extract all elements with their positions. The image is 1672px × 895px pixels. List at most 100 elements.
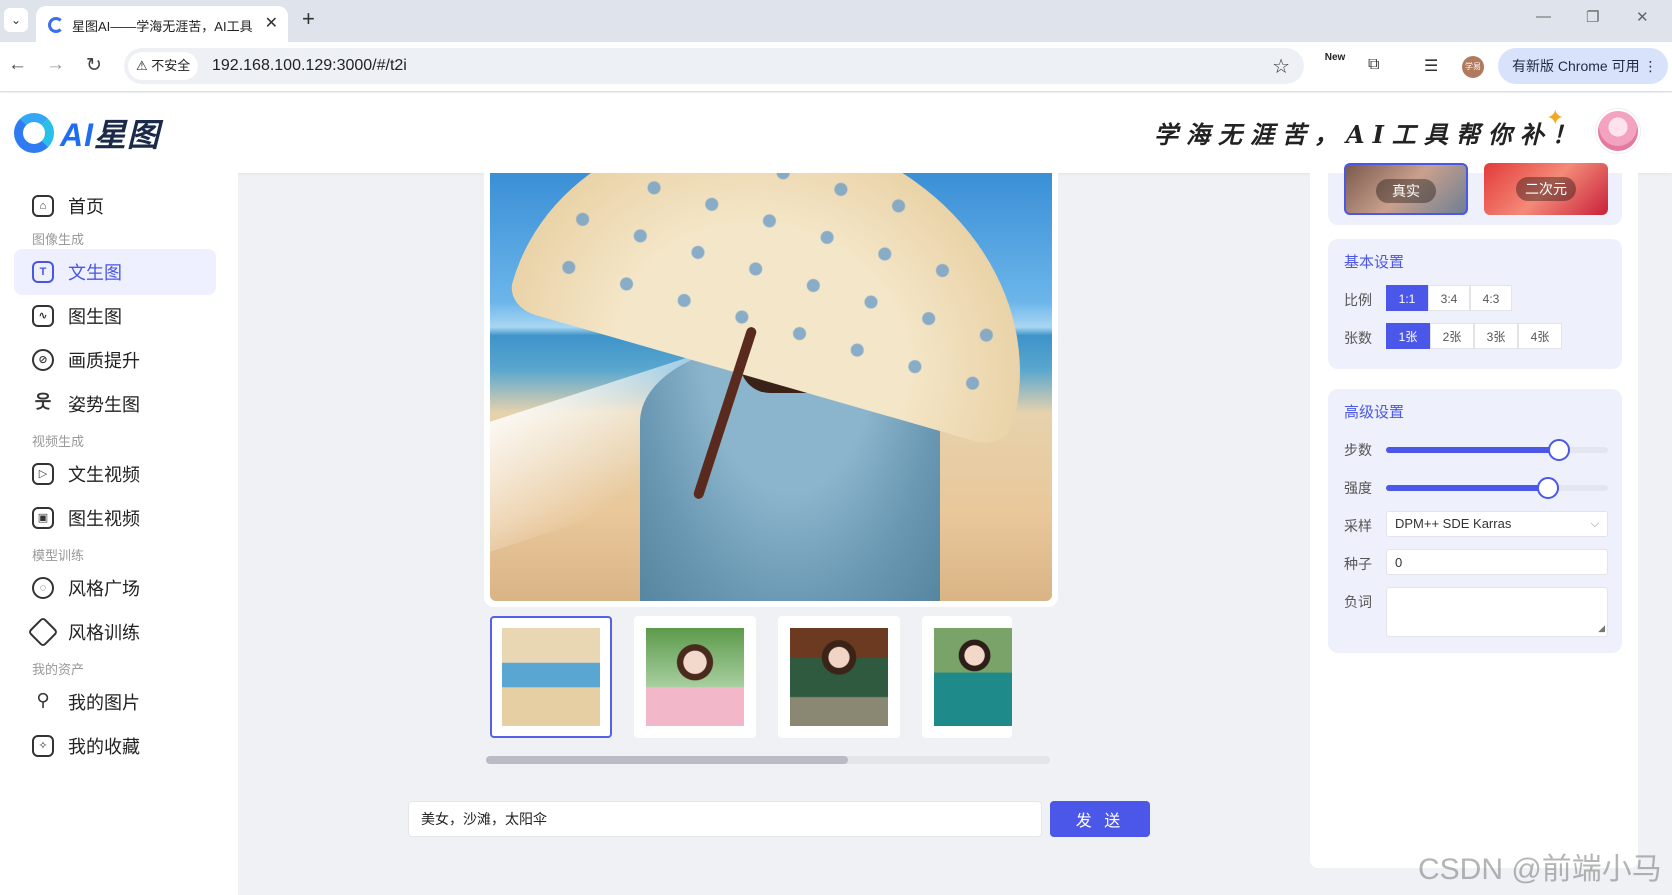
generated-image[interactable]	[490, 173, 1052, 601]
sidebar-item-upscale[interactable]: ⊘ 画质提升	[14, 337, 216, 383]
negative-prompt-textarea[interactable]: ◢	[1386, 587, 1608, 637]
minimize-icon[interactable]: —	[1536, 8, 1551, 25]
forward-arrow-icon[interactable]: →	[46, 54, 65, 76]
url-text[interactable]: 192.168.100.129:3000/#/t2i	[212, 57, 407, 75]
sampler-select[interactable]: DPM++ SDE Karras ⌵	[1386, 511, 1608, 537]
style-label: 真实	[1376, 179, 1436, 203]
ratio-option[interactable]: 4:3	[1470, 285, 1512, 311]
sidebar-item-pose[interactable]: 웃 姿势生图	[14, 381, 216, 427]
thumbnail-1[interactable]	[490, 616, 612, 738]
count-segmented: 1张 2张 3张 4张	[1386, 323, 1562, 349]
sidebar-group-video: 视频生成	[32, 434, 85, 449]
slider-fill	[1386, 447, 1560, 453]
thumbnail-3[interactable]	[778, 616, 900, 738]
reload-icon[interactable]: ↻	[86, 54, 102, 77]
video-image-icon: ▣	[32, 507, 54, 529]
profile-avatar[interactable]: 学易	[1462, 56, 1484, 78]
advanced-settings-title: 高级设置	[1344, 404, 1405, 421]
app-logo[interactable]: AI星图	[14, 111, 160, 155]
sidebar-item-my-favorites[interactable]: ✧ 我的收藏	[14, 723, 216, 769]
sidebar-item-label: 我的收藏	[68, 737, 140, 757]
thumbnail-4[interactable]	[922, 616, 1012, 738]
sidebar-item-style-square[interactable]: ◌ 风格广场	[14, 565, 216, 611]
slider-handle[interactable]	[1537, 477, 1560, 499]
app-header: AI星图 学海无涯苦，AI工具帮你补！ ✦	[0, 93, 1672, 173]
security-chip[interactable]: ⚠ 不安全	[128, 52, 198, 80]
send-button[interactable]: 发 送	[1050, 801, 1150, 837]
sidebar-item-home[interactable]: ⌂ 首页	[14, 183, 216, 229]
favorite-folder-icon: ✧	[32, 735, 54, 757]
sidebar-item-label: 姿势生图	[68, 395, 140, 415]
style-selector: 真实 二次元	[1328, 163, 1622, 225]
extensions-puzzle-icon[interactable]: ⧉	[1368, 56, 1379, 74]
omnibox[interactable]: ⚠ 不安全 192.168.100.129:3000/#/t2i ☆	[124, 48, 1304, 84]
sidebar-group-assets: 我的资产	[32, 662, 85, 677]
sidebar-item-text-to-image[interactable]: T 文生图	[14, 249, 216, 295]
sampler-value: DPM++ SDE Karras	[1395, 516, 1512, 531]
planet-icon: ◌	[32, 577, 54, 599]
style-option-real[interactable]: 真实	[1344, 163, 1468, 215]
thumbnail-strip	[484, 616, 1012, 738]
sidebar-item-image-to-video[interactable]: ▣ 图生视频	[14, 495, 216, 541]
window-close-icon[interactable]: ✕	[1636, 8, 1649, 26]
scrollbar-thumb[interactable]	[486, 756, 848, 764]
count-option[interactable]: 4张	[1518, 323, 1562, 349]
thumbnail-image	[646, 628, 744, 726]
basic-settings-title: 基本设置	[1344, 254, 1405, 271]
tab-title: 星图AI——学海无涯苦，AI工具	[72, 19, 253, 34]
generated-image-card	[484, 173, 1058, 607]
style-option-anime[interactable]: 二次元	[1484, 163, 1608, 215]
thumbnail-image	[790, 628, 888, 726]
resize-grip-icon[interactable]: ◢	[1598, 623, 1605, 634]
home-icon: ⌂	[32, 195, 54, 217]
sidebar-item-label: 图生图	[68, 307, 122, 327]
sidebar-item-label: 我的图片	[68, 693, 140, 713]
sidebar-item-image-to-image[interactable]: ∿ 图生图	[14, 293, 216, 339]
slogan: 学海无涯苦，AI工具帮你补！	[1154, 120, 1584, 149]
browser-tab[interactable]: 星图AI——学海无涯苦，AI工具 ✕	[36, 6, 288, 42]
new-tab-icon[interactable]: +	[302, 6, 315, 32]
thumbnail-scrollbar[interactable]	[486, 756, 1050, 764]
sidebar: ⌂ 首页 图像生成 T 文生图 ∿ 图生图 ⊘ 画质提升 웃 姿势生图 视频生成 ▷ 文生视…	[0, 173, 238, 895]
sidebar-item-label: 首页	[68, 197, 104, 217]
count-option[interactable]: 1张	[1386, 323, 1430, 349]
sidebar-group-training: 模型训练	[32, 548, 85, 563]
settings-panel: 真实 二次元 基本设置 比例 1:1 3:4 4:3 张数 1张 2张 3张 4…	[1310, 163, 1638, 868]
back-arrow-icon[interactable]: ←	[8, 54, 27, 76]
address-bar: ← → ↻ ⚠ 不安全 192.168.100.129:3000/#/t2i ☆…	[0, 42, 1672, 92]
slider-handle[interactable]	[1548, 439, 1571, 461]
count-option[interactable]: 2张	[1430, 323, 1474, 349]
sidebar-item-label: 风格训练	[68, 623, 140, 643]
restore-icon[interactable]: ❐	[1586, 8, 1599, 26]
browser-tab-bar: ⌄ 星图AI——学海无涯苦，AI工具 ✕ + — ❐ ✕	[0, 0, 1672, 42]
sidebar-item-label: 图生视频	[68, 509, 140, 529]
steps-slider[interactable]	[1386, 439, 1608, 461]
strength-slider[interactable]	[1386, 477, 1608, 499]
seed-input[interactable]	[1386, 549, 1608, 575]
logo-mark-icon	[14, 113, 54, 153]
image-icon: ∿	[32, 305, 54, 327]
bookmark-star-icon[interactable]: ☆	[1272, 54, 1290, 79]
sidebar-item-text-to-video[interactable]: ▷ 文生视频	[14, 451, 216, 497]
thumbnail-image	[502, 628, 600, 726]
extension-new-icon[interactable]: New	[1320, 52, 1350, 63]
security-label: 不安全	[151, 58, 191, 73]
sidebar-item-style-training[interactable]: 风格训练	[14, 609, 216, 655]
sidebar-item-label: 风格广场	[68, 579, 140, 599]
user-avatar[interactable]	[1596, 109, 1640, 153]
ratio-option[interactable]: 3:4	[1428, 285, 1470, 311]
prompt-input[interactable]	[408, 801, 1042, 837]
tab-search-button[interactable]: ⌄	[4, 8, 28, 32]
chrome-update-button[interactable]: 有新版 Chrome 可用 ⋮	[1498, 48, 1668, 84]
update-label: 有新版 Chrome 可用	[1512, 58, 1640, 74]
ratio-option[interactable]: 1:1	[1386, 285, 1428, 311]
sidebar-item-my-images[interactable]: ⚲ 我的图片	[14, 679, 216, 725]
media-control-icon[interactable]: ☰	[1424, 56, 1438, 76]
thumbnail-2[interactable]	[634, 616, 756, 738]
ratio-label: 比例	[1344, 292, 1372, 308]
count-option[interactable]: 3张	[1474, 323, 1518, 349]
style-label: 二次元	[1516, 177, 1576, 201]
cube-icon	[27, 616, 59, 648]
close-icon[interactable]: ✕	[265, 13, 278, 33]
strength-label: 强度	[1344, 480, 1372, 496]
